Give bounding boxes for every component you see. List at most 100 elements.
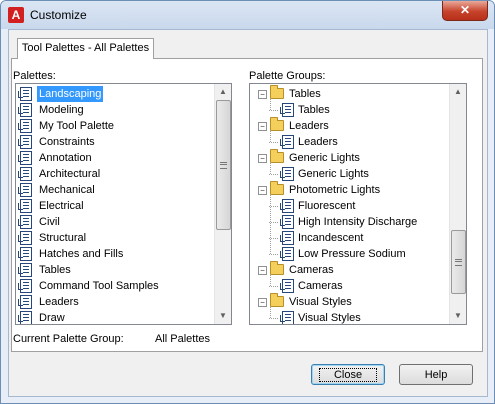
collapse-toggle-icon[interactable]: − [258, 186, 267, 195]
tool-palette-icon [280, 167, 294, 181]
palettes-listbox[interactable]: Landscaping Modeling My Tool Palette Constr… [15, 83, 232, 325]
tree-connector [270, 195, 271, 254]
window-close-button[interactable]: ✕ [442, 1, 488, 21]
palette-list-item[interactable]: Architectural [17, 166, 212, 182]
palette-list-item[interactable]: Constraints [17, 134, 212, 150]
tree-connector [269, 142, 278, 143]
tree-group-node[interactable]: − Tables [258, 85, 438, 102]
palette-groups-scrollbar[interactable]: ▲ ▼ [449, 84, 466, 324]
palette-list-item[interactable]: Annotation [17, 150, 212, 166]
palette-groups-label: Palette Groups: [249, 70, 326, 82]
palette-list-item[interactable]: My Tool Palette [17, 118, 212, 134]
folder-icon [270, 117, 284, 131]
tree-palette-node[interactable]: Incandescent [269, 230, 446, 246]
current-palette-group-value: All Palettes [155, 333, 211, 345]
palette-list-item[interactable]: Electrical [17, 198, 212, 214]
palette-list-item[interactable]: Mechanical [17, 182, 212, 198]
tree-group-label: Leaders [289, 120, 329, 132]
tree-connector [269, 254, 278, 255]
collapse-toggle-icon[interactable]: − [258, 90, 267, 99]
palette-list-item[interactable]: Structural [17, 230, 212, 246]
palette-list-item[interactable]: Tables [17, 262, 212, 278]
collapse-toggle-icon[interactable]: − [258, 154, 267, 163]
tree-palette-node[interactable]: Fluorescent [269, 198, 446, 214]
grip-icon [220, 162, 227, 169]
tool-palette-icon [18, 215, 32, 229]
tree-group-node[interactable]: − Cameras [258, 261, 438, 278]
tree-connector [269, 110, 278, 111]
tree-palette-label: Leaders [298, 136, 338, 148]
palette-item-label: Tables [39, 264, 71, 276]
tree-palette-label: Generic Lights [298, 168, 369, 180]
tree-group-node[interactable]: − Generic Lights [258, 149, 438, 166]
tree-connector [269, 318, 278, 319]
title-bar[interactable]: A Customize ✕ [1, 1, 494, 29]
tool-palette-icon [18, 167, 32, 181]
palette-list-item[interactable]: Draw [17, 310, 212, 324]
tree-palette-label: High Intensity Discharge [298, 216, 418, 228]
collapse-toggle-icon[interactable]: − [258, 122, 267, 131]
palette-item-label: My Tool Palette [39, 120, 115, 132]
tree-palette-label: Fluorescent [298, 200, 356, 212]
tree-palette-node[interactable]: Generic Lights [269, 166, 446, 182]
folder-icon [270, 85, 284, 99]
palette-list-item[interactable]: Hatches and Fills [17, 246, 212, 262]
tree-palette-label: Visual Styles [298, 312, 361, 324]
tool-palette-icon [280, 279, 294, 293]
palettes-label: Palettes: [13, 70, 56, 82]
palette-item-label: Constraints [39, 136, 95, 148]
palette-item-label: Draw [39, 312, 65, 324]
tool-palette-icon [18, 279, 32, 293]
tree-palette-node[interactable]: Tables [269, 102, 446, 118]
tree-group-label: Generic Lights [289, 152, 360, 164]
scroll-thumb[interactable] [451, 230, 466, 294]
scroll-down-arrow-icon[interactable]: ▼ [450, 308, 466, 324]
scroll-up-arrow-icon[interactable]: ▲ [215, 84, 231, 100]
help-button[interactable]: Help [399, 364, 473, 385]
close-button[interactable]: Close [311, 364, 385, 385]
tree-palette-node[interactable]: High Intensity Discharge [269, 214, 446, 230]
tree-palette-label: Tables [298, 104, 330, 116]
folder-icon [270, 293, 284, 307]
palette-list-item[interactable]: Modeling [17, 102, 212, 118]
tab-panel: Palettes: Landscaping Modeling My Tool Pal… [11, 58, 483, 352]
palette-groups-tree[interactable]: − Tables Tables − Leaders Leaders − Generic Lig… [249, 83, 467, 325]
tree-group-label: Tables [289, 88, 321, 100]
palette-list-item[interactable]: Leaders [17, 294, 212, 310]
tool-palette-icon [18, 119, 32, 133]
palette-item-label: Civil [39, 216, 60, 228]
grip-icon [455, 259, 462, 266]
palette-list-item[interactable]: Landscaping [17, 86, 212, 102]
palette-item-label: Hatches and Fills [39, 248, 124, 260]
scroll-thumb[interactable] [216, 100, 231, 230]
palette-item-label: Leaders [39, 296, 79, 308]
palette-item-label: Annotation [39, 152, 92, 164]
tool-palette-icon [280, 231, 294, 245]
scroll-down-arrow-icon[interactable]: ▼ [215, 308, 231, 324]
palette-list-item[interactable]: Civil [17, 214, 212, 230]
tool-palette-icon [18, 87, 32, 101]
tree-palette-node[interactable]: Low Pressure Sodium [269, 246, 446, 262]
tree-group-node[interactable]: − Leaders [258, 117, 438, 134]
tree-group-node[interactable]: − Photometric Lights [258, 181, 438, 198]
tree-palette-node[interactable]: Cameras [269, 278, 446, 294]
tree-palette-node[interactable]: Visual Styles [269, 310, 446, 324]
tool-palette-icon [18, 103, 32, 117]
palettes-scrollbar[interactable]: ▲ ▼ [214, 84, 231, 324]
tree-connector [270, 275, 271, 286]
tool-palette-icon [280, 199, 294, 213]
tree-connector [270, 163, 271, 174]
tree-palette-label: Incandescent [298, 232, 364, 244]
scroll-up-arrow-icon[interactable]: ▲ [450, 84, 466, 100]
palette-item-label: Electrical [39, 200, 84, 212]
tool-palette-icon [18, 151, 32, 165]
tab-all-palettes[interactable]: Tool Palettes - All Palettes [17, 38, 154, 59]
collapse-toggle-icon[interactable]: − [258, 298, 267, 307]
tree-palette-node[interactable]: Leaders [269, 134, 446, 150]
tree-group-node[interactable]: − Visual Styles [258, 293, 438, 310]
tool-palette-icon [18, 263, 32, 277]
tool-palette-icon [280, 247, 294, 261]
collapse-toggle-icon[interactable]: − [258, 266, 267, 275]
palette-list-item[interactable]: Command Tool Samples [17, 278, 212, 294]
current-palette-group-label: Current Palette Group: [13, 333, 124, 345]
